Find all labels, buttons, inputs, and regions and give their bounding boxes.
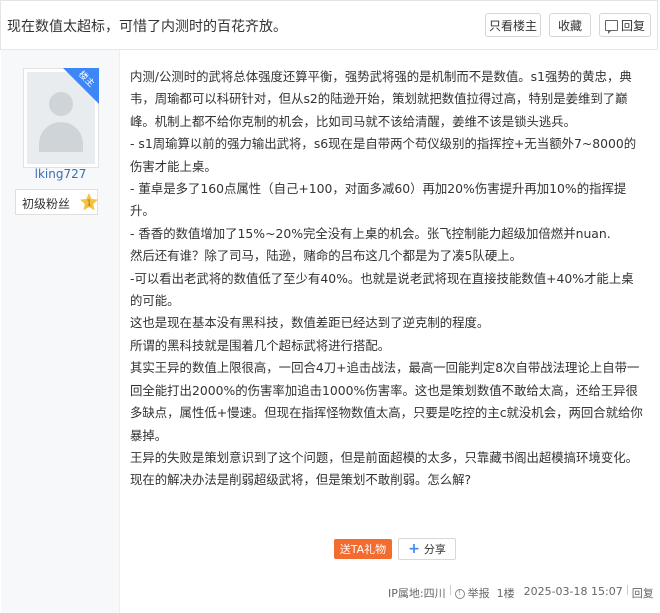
post-paragraph: - 香香的数值增加了15%~20%完全没有上桌的机会。张飞控制能力超级加倍燃并n… [130,225,611,241]
reply-button-label: 回复 [620,18,645,33]
divider [626,585,628,595]
level-star-icon: 1 [80,193,98,211]
post-paragraph: - s1周瑜算以前的强力输出武将，s6现在是自带两个苟仪级别的指挥控+无当额外7… [130,136,637,174]
post-footer: IP属地:四川 举报 1楼 2025-03-18 15:07 回复 [388,585,654,601]
post-paragraph: -可以看出老武将的数值低了至少有40%。也就是说老武将现在直接技能数值+40%才… [130,270,634,309]
report-link[interactable]: 举报 [454,585,490,601]
plus-icon: + [408,541,420,557]
post-paragraph: 内测/公测时的武将总体强度还算平衡，强势武将强的是机制而不是数值。s1强势的黄忠… [130,69,632,129]
ip-location: IP属地:四川 [388,587,446,600]
share-button[interactable]: + 分享 [398,538,456,560]
post-paragraph: 现在的解决办法是削弱超级武将，但是策划不敢削弱。怎么解? [130,472,472,488]
only-op-button[interactable]: 只看楼主 [485,13,541,37]
author-username[interactable]: lking727 [1,167,120,181]
level-title: 初级粉丝 [22,197,71,211]
post-timestamp: 2025-03-18 15:07 [523,585,623,598]
thread-header: 现在数值太超标，可惜了内测时的百花齐放。 只看楼主 收藏 回复 [0,0,658,50]
floor-number: 1楼 [496,587,515,600]
share-label: 分享 [423,543,446,556]
send-gift-button[interactable]: 送TA礼物 [334,539,392,559]
warning-icon [454,588,465,599]
post-paragraph: 其实王异的数值上限很高，一回合4刀+追击战法，最高一回能判定8次自带战法理论上自… [130,360,643,443]
post-paragraph: 所谓的黑科技就是围着几个超标武将进行搭配。 [130,337,391,353]
divider [449,585,451,595]
post-content: 内测/公测时的武将总体强度还算平衡，强势武将强的是机制而不是数值。s1强势的黄忠… [130,66,645,492]
member-level-badge[interactable]: 初级粉丝 1 [15,189,98,215]
reply-icon [604,19,618,34]
reply-button[interactable]: 回复 [599,13,651,37]
author-sidebar: 楼主 lking727 初级粉丝 1 [1,50,120,613]
level-number: 1 [86,199,91,208]
reply-link[interactable]: 回复 [632,585,654,601]
avatar[interactable]: 楼主 [23,68,99,168]
post-paragraph: - 董卓是多了160点属性（自己+100，对面多减60）再加20%伤害提升再加1… [130,181,627,219]
post-paragraph: 王异的失败是策划意识到了这个问题，但是前面超模的太多，只靠藏书阁出超模搞环境变化… [130,449,639,465]
report-label: 举报 [467,587,490,600]
post-paragraph: 这也是现在基本没有黑科技，数值差距已经达到了逆克制的程度。 [130,315,490,331]
post-paragraph: 然后还有谁？除了司马，陆逊，赌命的吕布这几个都是为了凑5队硬上。 [130,248,522,264]
favorite-button[interactable]: 收藏 [549,13,591,37]
thread-title: 现在数值太超标，可惜了内测时的百花齐放。 [7,19,287,35]
